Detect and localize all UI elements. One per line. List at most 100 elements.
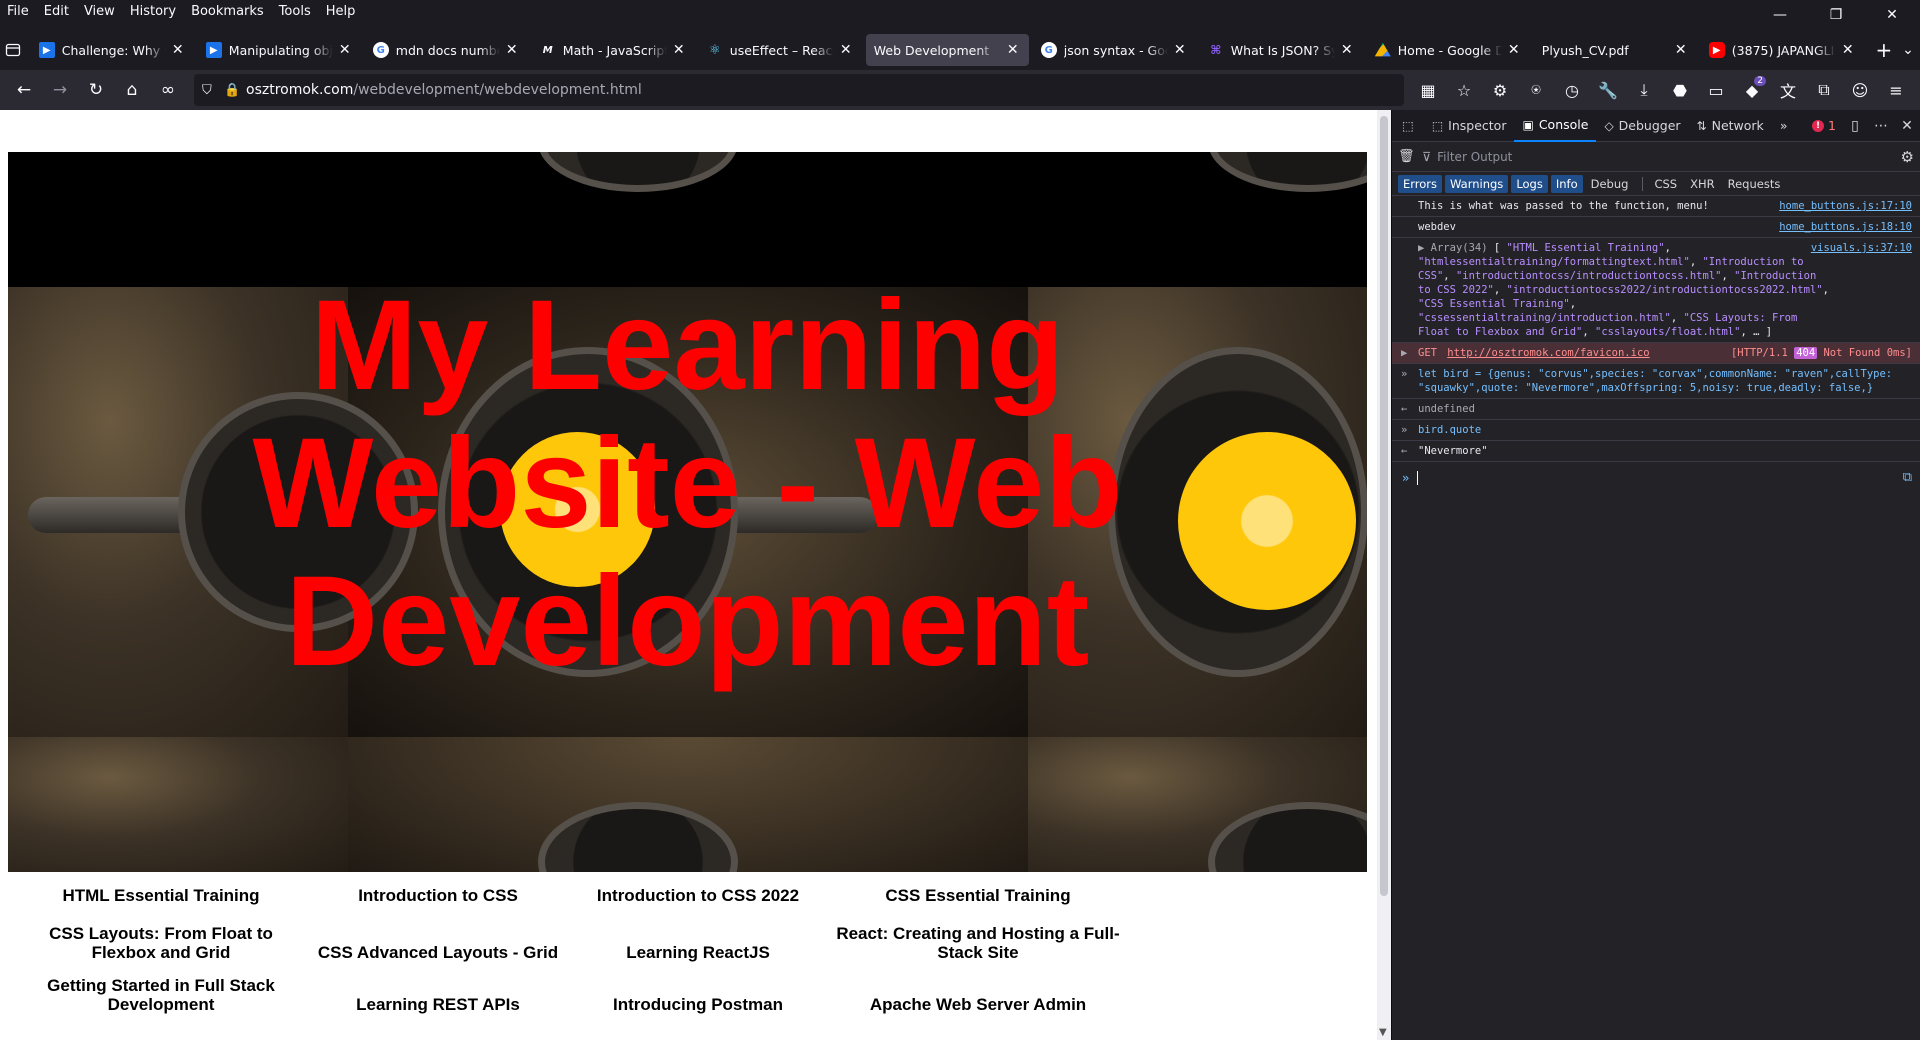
- clear-console-icon[interactable]: 🗑: [1398, 149, 1422, 164]
- extensions-grid-icon[interactable]: ▦: [1410, 74, 1446, 106]
- expand-arrow-icon[interactable]: ▶: [1418, 242, 1431, 254]
- browser-tab[interactable]: ▶ Manipulating objects✕: [198, 34, 361, 66]
- browser-tab[interactable]: Gmdn docs number - G✕: [365, 34, 528, 66]
- devtools-menu-icon[interactable]: ⋯: [1868, 118, 1894, 134]
- history-clock-icon[interactable]: ◷: [1554, 74, 1590, 106]
- net-status[interactable]: [HTTP/1.1 404 Not Found 0ms]: [1731, 346, 1912, 360]
- browser-tab[interactable]: Plyush_CV.pdf ✕: [1534, 34, 1697, 66]
- menu-history[interactable]: History: [123, 4, 184, 19]
- console-prompt-input[interactable]: »: [1392, 462, 1920, 488]
- expand-arrow-icon[interactable]: ▶: [1401, 346, 1407, 360]
- more-tools-icon[interactable]: »: [1772, 110, 1796, 142]
- course-link[interactable]: HTML Essential Training: [16, 886, 306, 905]
- tab-close-icon[interactable]: ✕: [1005, 42, 1021, 58]
- tab-close-icon[interactable]: ✕: [1673, 42, 1689, 58]
- level-filter-info[interactable]: Info: [1550, 174, 1583, 193]
- error-count-badge[interactable]: ! 1: [1806, 118, 1842, 133]
- tab-close-icon[interactable]: ✕: [671, 42, 687, 58]
- maximize-button[interactable]: ❐: [1808, 0, 1864, 30]
- settings-gear-icon[interactable]: ⚙: [1482, 74, 1518, 106]
- net-url[interactable]: http://osztromok.com/favicon.ico: [1447, 347, 1649, 359]
- browser-tab[interactable]: Home - Google Drive✕: [1367, 34, 1530, 66]
- menu-file[interactable]: File: [0, 4, 37, 19]
- close-window-button[interactable]: ✕: [1864, 0, 1920, 30]
- tab-overflow-button[interactable]: ⌄: [1896, 34, 1920, 66]
- url-bar[interactable]: ⛉ 🔒 osztromok.com/webdevelopment/webdeve…: [194, 74, 1404, 106]
- browser-tab[interactable]: Web Development ✕: [865, 34, 1029, 66]
- new-tab-button[interactable]: +: [1872, 34, 1896, 66]
- menu-icon[interactable]: ≡: [1878, 74, 1914, 106]
- course-link[interactable]: Introduction to CSS 2022: [548, 886, 848, 905]
- level-filter-logs[interactable]: Logs: [1511, 174, 1548, 193]
- browser-tab[interactable]: ▶ Challenge: Why won't✕: [31, 34, 194, 66]
- level-filter-warnings[interactable]: Warnings: [1445, 174, 1509, 193]
- menu-tools[interactable]: Tools: [272, 4, 319, 19]
- type-filter-xhr[interactable]: XHR: [1685, 175, 1720, 193]
- bookmark-star-icon[interactable]: ☆: [1446, 74, 1482, 106]
- forward-button[interactable]: →: [42, 74, 78, 106]
- tab-close-icon[interactable]: ✕: [504, 42, 520, 58]
- course-link[interactable]: Introduction to CSS: [288, 886, 588, 905]
- course-link[interactable]: Apache Web Server Admin: [828, 995, 1128, 1014]
- devtools-tab-debugger[interactable]: ◇ Debugger: [1596, 110, 1688, 142]
- filter-output-input[interactable]: Filter Output: [1437, 150, 1512, 164]
- tab-close-icon[interactable]: ✕: [838, 42, 854, 58]
- reload-button[interactable]: ↻: [78, 74, 114, 106]
- console-settings-icon[interactable]: ⚙: [1901, 148, 1914, 166]
- log-source-link[interactable]: home_buttons.js:18:10: [1779, 220, 1912, 234]
- tab-close-icon[interactable]: ✕: [1172, 42, 1188, 58]
- screenshot-icon[interactable]: ▭: [1698, 74, 1734, 106]
- browser-tab[interactable]: M Math - JavaScript | M✕: [532, 34, 695, 66]
- tab-close-icon[interactable]: ✕: [337, 42, 353, 58]
- type-filter-css[interactable]: CSS: [1649, 175, 1682, 193]
- private-mask-icon[interactable]: ∞: [150, 74, 186, 106]
- browser-tab[interactable]: Gjson syntax - Google✕: [1033, 34, 1196, 66]
- browser-tab[interactable]: ⌘ What Is JSON? Syntax✕: [1200, 34, 1363, 66]
- editor-mode-icon[interactable]: ⧉: [1903, 470, 1912, 485]
- level-filter-debug[interactable]: Debug: [1586, 175, 1634, 193]
- browser-tab[interactable]: ▶ (3875) JAPANGLISH✕: [1701, 34, 1864, 66]
- course-link[interactable]: CSS Advanced Layouts - Grid: [288, 943, 588, 962]
- tab-close-icon[interactable]: ✕: [170, 42, 186, 58]
- element-picker-icon[interactable]: ⬚: [1392, 110, 1424, 142]
- tab-close-icon[interactable]: ✕: [1840, 42, 1856, 58]
- profile-icon[interactable]: ☺: [1842, 74, 1878, 106]
- reader-star-icon[interactable]: ⍟: [1518, 74, 1554, 106]
- page-scrollbar[interactable]: ▼: [1377, 110, 1391, 1040]
- tracking-shield-icon[interactable]: ⛉: [202, 83, 224, 98]
- course-link[interactable]: Learning REST APIs: [288, 995, 588, 1014]
- type-filter-requests[interactable]: Requests: [1723, 175, 1786, 193]
- extension-badge-icon[interactable]: ◆ 2: [1734, 74, 1770, 106]
- devtools-tab-console[interactable]: ▣ Console: [1514, 110, 1597, 142]
- scrollbar-thumb[interactable]: [1380, 116, 1388, 896]
- close-devtools-icon[interactable]: ✕: [1894, 118, 1920, 134]
- menu-edit[interactable]: Edit: [37, 4, 77, 19]
- menu-bookmarks[interactable]: Bookmarks: [184, 4, 272, 19]
- console-array-message[interactable]: ▶ Array(34) [ "HTML Essential Training",…: [1392, 238, 1920, 343]
- back-button[interactable]: ←: [6, 74, 42, 106]
- course-link[interactable]: Introducing Postman: [548, 995, 848, 1014]
- level-filter-errors[interactable]: Errors: [1398, 174, 1443, 193]
- devtools-tab-network[interactable]: ⇅ Network: [1689, 110, 1772, 142]
- course-link[interactable]: Getting Started in Full Stack Developmen…: [16, 976, 306, 1014]
- adblock-icon[interactable]: ⬣: [1662, 74, 1698, 106]
- menu-help[interactable]: Help: [319, 4, 364, 19]
- tab-list-button[interactable]: [0, 30, 27, 70]
- tools-wrench-icon[interactable]: 🔧: [1590, 74, 1626, 106]
- puzzle-icon[interactable]: ⧉: [1806, 74, 1842, 106]
- translate-icon[interactable]: 文: [1770, 74, 1806, 106]
- console-network-error[interactable]: ▶ GET http://osztromok.com/favicon.ico […: [1392, 343, 1920, 364]
- course-link[interactable]: Learning ReactJS: [548, 943, 848, 962]
- minimize-button[interactable]: —: [1752, 0, 1808, 30]
- devtools-tab-inspector[interactable]: ⬚ Inspector: [1424, 110, 1515, 142]
- log-source-link[interactable]: home_buttons.js:17:10: [1779, 199, 1912, 213]
- menu-view[interactable]: View: [77, 4, 123, 19]
- lock-icon[interactable]: 🔒: [224, 83, 246, 98]
- course-link[interactable]: CSS Essential Training: [828, 886, 1128, 905]
- scroll-down-arrow-icon[interactable]: ▼: [1379, 1027, 1387, 1038]
- course-link[interactable]: CSS Layouts: From Float to Flexbox and G…: [16, 924, 306, 962]
- home-button[interactable]: ⌂: [114, 74, 150, 106]
- tab-close-icon[interactable]: ✕: [1506, 42, 1522, 58]
- log-source-link[interactable]: visuals.js:37:10: [1811, 241, 1912, 255]
- browser-tab[interactable]: ⚛ useEffect – React ✕: [699, 34, 862, 66]
